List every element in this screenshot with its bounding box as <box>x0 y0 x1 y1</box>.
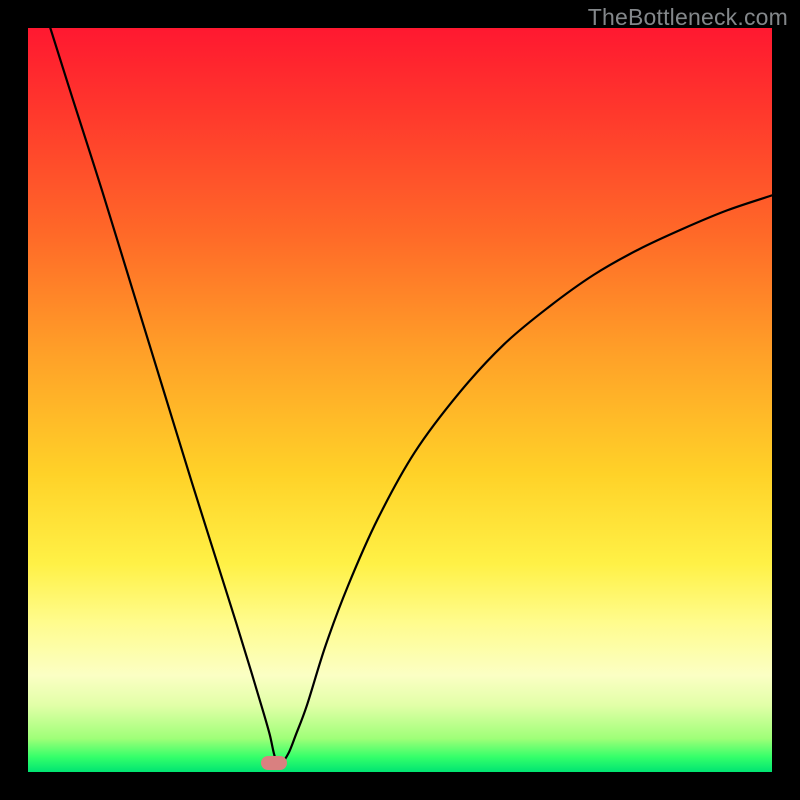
chart-frame: TheBottleneck.com <box>0 0 800 800</box>
minimum-marker <box>261 756 287 770</box>
plot-area <box>28 28 772 772</box>
bottleneck-curve <box>50 28 772 763</box>
curve-layer <box>28 28 772 772</box>
watermark-text: TheBottleneck.com <box>588 4 788 31</box>
